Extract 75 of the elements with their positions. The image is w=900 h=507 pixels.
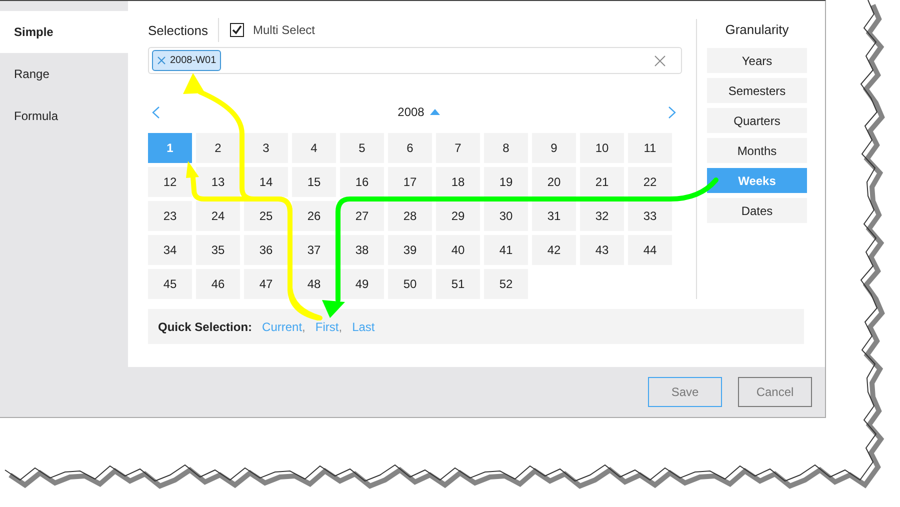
week-cell[interactable]: 6: [388, 133, 432, 163]
granularity-option[interactable]: Years: [707, 48, 807, 73]
granularity-option[interactable]: Quarters: [707, 108, 807, 133]
week-cell[interactable]: 24: [196, 201, 240, 231]
week-cell[interactable]: 19: [484, 167, 528, 197]
week-cell[interactable]: 7: [436, 133, 480, 163]
week-cell[interactable]: 41: [484, 235, 528, 265]
cancel-button[interactable]: Cancel: [738, 377, 812, 407]
week-cell[interactable]: 42: [532, 235, 576, 265]
week-cell[interactable]: 22: [628, 167, 672, 197]
week-cell[interactable]: 25: [244, 201, 288, 231]
week-cell[interactable]: 28: [388, 201, 432, 231]
week-cell[interactable]: 2: [196, 133, 240, 163]
week-cell[interactable]: 34: [148, 235, 192, 265]
week-cell[interactable]: 13: [196, 167, 240, 197]
week-cell[interactable]: 44: [628, 235, 672, 265]
selections-title: Selections: [148, 22, 208, 38]
week-cell[interactable]: 14: [244, 167, 288, 197]
week-cell[interactable]: 30: [484, 201, 528, 231]
week-cell[interactable]: 21: [580, 167, 624, 197]
week-cell[interactable]: 20: [532, 167, 576, 197]
week-cell[interactable]: 39: [388, 235, 432, 265]
week-cell[interactable]: 5: [340, 133, 384, 163]
week-cell[interactable]: 33: [628, 201, 672, 231]
week-cell[interactable]: 31: [532, 201, 576, 231]
week-cell[interactable]: 10: [580, 133, 624, 163]
multi-select-label: Multi Select: [252, 23, 316, 37]
week-cell[interactable]: 4: [292, 133, 336, 163]
week-cell[interactable]: 45: [148, 269, 192, 299]
granularity-option[interactable]: Months: [707, 138, 807, 163]
week-cell[interactable]: 16: [340, 167, 384, 197]
remove-icon[interactable]: [157, 56, 166, 65]
week-cell[interactable]: 18: [436, 167, 480, 197]
week-cell[interactable]: 3: [244, 133, 288, 163]
week-cell[interactable]: 11: [628, 133, 672, 163]
sidebar-tab[interactable]: Range: [0, 53, 128, 95]
sidebar-tab[interactable]: Simple: [0, 11, 128, 53]
week-cell[interactable]: 27: [340, 201, 384, 231]
previous-icon[interactable]: [152, 106, 160, 118]
week-cell[interactable]: 38: [340, 235, 384, 265]
week-cell[interactable]: 51: [436, 269, 480, 299]
week-cell[interactable]: 47: [244, 269, 288, 299]
week-cell[interactable]: 15: [292, 167, 336, 197]
granularity-title: Granularity: [724, 21, 790, 39]
week-cell[interactable]: 9: [532, 133, 576, 163]
week-cell[interactable]: 35: [196, 235, 240, 265]
week-cell[interactable]: 32: [580, 201, 624, 231]
week-cell[interactable]: 12: [148, 167, 192, 197]
week-cell[interactable]: 49: [340, 269, 384, 299]
week-cell[interactable]: 8: [484, 133, 528, 163]
week-cell[interactable]: 50: [388, 269, 432, 299]
separator-comma: ,: [338, 320, 342, 334]
week-cell[interactable]: 46: [196, 269, 240, 299]
week-cell[interactable]: 40: [436, 235, 480, 265]
sidebar-tab[interactable]: Formula: [0, 95, 128, 137]
year-label[interactable]: 2008: [398, 105, 424, 119]
quick-selection-label: Quick Selection:: [158, 320, 252, 334]
week-cell[interactable]: 23: [148, 201, 192, 231]
granularity-option[interactable]: Dates: [707, 198, 807, 223]
week-cell[interactable]: 29: [436, 201, 480, 231]
caret-up-icon[interactable]: [430, 109, 440, 115]
selections-field[interactable]: 2008-W01: [148, 47, 682, 74]
separator-comma: ,: [302, 320, 306, 334]
week-cell[interactable]: 48: [292, 269, 336, 299]
save-button[interactable]: Save: [648, 377, 722, 407]
clear-icon[interactable]: [654, 54, 666, 66]
week-cell[interactable]: 37: [292, 235, 336, 265]
week-cell[interactable]: 52: [484, 269, 528, 299]
week-cell[interactable]: 43: [580, 235, 624, 265]
week-cell[interactable]: 17: [388, 167, 432, 197]
granularity-option[interactable]: Semesters: [707, 78, 807, 103]
week-cell[interactable]: 26: [292, 201, 336, 231]
multi-select-checkbox[interactable]: [230, 23, 244, 37]
week-cell[interactable]: 36: [244, 235, 288, 265]
next-icon[interactable]: [668, 106, 676, 118]
